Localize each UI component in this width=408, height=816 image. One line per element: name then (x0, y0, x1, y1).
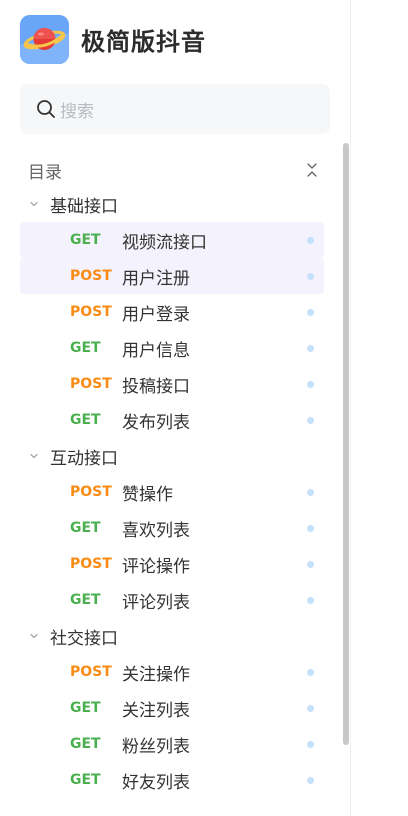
method-badge: GET (70, 412, 101, 428)
api-item-label: 用户登录 (122, 304, 190, 325)
method-badge: POST (70, 664, 112, 680)
api-item-label: 评论列表 (122, 592, 190, 613)
chevron-down-icon (28, 198, 40, 210)
method-badge: GET (70, 772, 101, 788)
status-dot (307, 668, 314, 676)
api-item[interactable]: GET 发布列表 (20, 402, 324, 438)
method-badge: POST (70, 304, 112, 320)
api-item-label: 评论操作 (122, 556, 190, 577)
api-item-label: 关注列表 (122, 700, 190, 721)
sidebar-divider (350, 0, 351, 816)
app-header[interactable]: 极简版抖音 (20, 14, 206, 64)
toc-title: 目录 (28, 162, 62, 183)
status-dot (307, 776, 314, 784)
status-dot (307, 524, 314, 532)
api-item-label: 视频流接口 (122, 232, 207, 253)
api-item[interactable]: GET 评论列表 (20, 582, 324, 618)
api-tree: 基础接口 GET 视频流接口 POST 用户注册 POST 用户登录 GET 用… (20, 186, 324, 798)
api-item[interactable]: POST 用户登录 (20, 294, 324, 330)
api-item-label: 关注操作 (122, 664, 190, 685)
api-item-label: 发布列表 (122, 412, 190, 433)
method-badge: POST (70, 268, 112, 284)
collapse-all-icon[interactable] (304, 160, 320, 180)
status-dot (307, 380, 314, 388)
search-input[interactable]: 搜索 (20, 84, 330, 134)
method-badge: GET (70, 700, 101, 716)
tree-group-social[interactable]: 社交接口 (20, 618, 324, 654)
app-title: 极简版抖音 (81, 27, 206, 56)
status-dot (307, 560, 314, 568)
status-dot (307, 704, 314, 712)
scrollbar-thumb[interactable] (343, 143, 349, 745)
status-dot (307, 596, 314, 604)
method-badge: GET (70, 232, 101, 248)
search-icon (36, 99, 56, 119)
method-badge: POST (70, 376, 112, 392)
status-dot (307, 740, 314, 748)
api-item-label: 赞操作 (122, 484, 173, 505)
method-badge: GET (70, 592, 101, 608)
tree-group-label: 互动接口 (50, 448, 118, 469)
status-dot (307, 488, 314, 496)
method-badge: GET (70, 340, 101, 356)
chevron-down-icon (28, 450, 40, 462)
api-item-label: 好友列表 (122, 772, 190, 793)
api-item[interactable]: POST 赞操作 (20, 474, 324, 510)
api-item[interactable]: GET 粉丝列表 (20, 726, 324, 762)
toc-header: 目录 (28, 156, 320, 184)
tree-group-label: 社交接口 (50, 628, 118, 649)
tree-group-interaction[interactable]: 互动接口 (20, 438, 324, 474)
api-item[interactable]: GET 喜欢列表 (20, 510, 324, 546)
api-item[interactable]: POST 用户注册 (20, 258, 324, 294)
api-item-label: 喜欢列表 (122, 520, 190, 541)
api-item[interactable]: POST 评论操作 (20, 546, 324, 582)
method-badge: GET (70, 520, 101, 536)
api-item-label: 用户信息 (122, 340, 190, 361)
api-item-label: 用户注册 (122, 268, 190, 289)
status-dot (307, 236, 314, 244)
status-dot (307, 416, 314, 424)
api-item-label: 粉丝列表 (122, 736, 190, 757)
method-badge: POST (70, 556, 112, 572)
status-dot (307, 308, 314, 316)
search-placeholder: 搜索 (60, 101, 94, 122)
sidebar: 极简版抖音 搜索 目录 基础接口 GET 视频流接口 POST 用户注册 POS… (0, 0, 350, 816)
api-item[interactable]: GET 关注列表 (20, 690, 324, 726)
api-item[interactable]: GET 用户信息 (20, 330, 324, 366)
status-dot (307, 272, 314, 280)
api-item[interactable]: GET 好友列表 (20, 762, 324, 798)
planet-logo-icon (20, 14, 69, 64)
api-item[interactable]: GET 视频流接口 (20, 222, 324, 258)
chevron-down-icon (28, 630, 40, 642)
api-item[interactable]: POST 投稿接口 (20, 366, 324, 402)
tree-group-label: 基础接口 (50, 196, 118, 217)
method-badge: GET (70, 736, 101, 752)
tree-group-basic[interactable]: 基础接口 (20, 186, 324, 222)
api-item[interactable]: POST 关注操作 (20, 654, 324, 690)
api-item-label: 投稿接口 (122, 376, 190, 397)
status-dot (307, 344, 314, 352)
method-badge: POST (70, 484, 112, 500)
